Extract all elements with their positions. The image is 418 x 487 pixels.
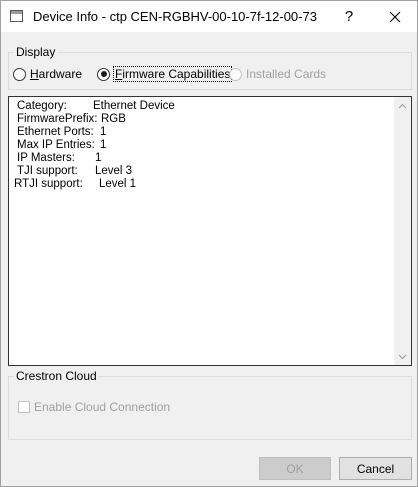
- firmware-capabilities-radio-label[interactable]: Firmware Capabilities: [112, 66, 233, 82]
- hardware-radio-circle[interactable]: [13, 67, 26, 81]
- window-title: Device Info - ctp CEN-RGBHV-00-10-7f-12-…: [33, 9, 317, 24]
- display-group-label: Display: [14, 45, 58, 59]
- scroll-down-button[interactable]: [394, 348, 411, 365]
- firmware-capabilities-radio-circle[interactable]: [97, 67, 110, 81]
- title-bar[interactable]: Device Info - ctp CEN-RGBHV-00-10-7f-12-…: [1, 1, 417, 32]
- cancel-button[interactable]: Cancel: [339, 457, 412, 480]
- hardware-accel: H: [30, 67, 39, 81]
- info-value-firmware-prefix: RGB: [101, 113, 126, 125]
- info-key-max-ip-entries: Max IP Entries:: [17, 139, 95, 151]
- enable-cloud-connection-label[interactable]: Enable Cloud Connection: [34, 400, 170, 414]
- device-info-textbox[interactable]: Category: Ethernet Device FirmwarePrefix…: [8, 96, 412, 366]
- info-key-rtji-support: RTJI support:: [14, 178, 83, 190]
- info-key-ethernet-ports: Ethernet Ports:: [17, 126, 94, 138]
- close-button[interactable]: [373, 1, 417, 32]
- info-value-tji-support: Level 3: [95, 165, 133, 177]
- installed-cards-radio[interactable]: Installed Cards: [229, 67, 326, 81]
- help-button[interactable]: ?: [331, 1, 367, 32]
- info-key-tji-support: TJI support:: [17, 165, 78, 177]
- info-value-rtji-support: Level 1: [99, 178, 137, 190]
- info-key-firmware-prefix: FirmwarePrefix:: [17, 113, 98, 125]
- window-icon: [10, 10, 23, 22]
- chevron-up-icon: [398, 103, 407, 108]
- hardware-radio-label[interactable]: Hardware: [30, 67, 82, 81]
- chevron-down-icon: [398, 354, 407, 359]
- info-value-ethernet-ports: 1: [100, 126, 107, 138]
- vertical-scrollbar[interactable]: [394, 97, 411, 365]
- crestron-cloud-group-label: Crestron Cloud: [14, 369, 99, 383]
- firmware-label-rest: irmware Capabilities: [122, 67, 231, 81]
- close-icon: [389, 11, 401, 22]
- info-value-ip-masters: 1: [95, 152, 102, 164]
- device-info-dialog: Device Info - ctp CEN-RGBHV-00-10-7f-12-…: [0, 0, 418, 487]
- enable-cloud-connection-checkbox[interactable]: [18, 401, 30, 413]
- installed-cards-radio-label[interactable]: Installed Cards: [246, 67, 326, 81]
- info-key-ip-masters: IP Masters:: [17, 152, 75, 164]
- info-value-max-ip-entries: 1: [100, 139, 107, 151]
- hardware-radio[interactable]: Hardware: [13, 67, 82, 81]
- info-key-category: Category:: [17, 100, 67, 112]
- hardware-label-rest: ardware: [38, 67, 83, 81]
- installed-cards-radio-circle[interactable]: [229, 67, 242, 81]
- firmware-capabilities-radio[interactable]: Firmware Capabilities: [97, 66, 233, 82]
- info-value-category: Ethernet Device: [93, 100, 175, 112]
- scroll-up-button[interactable]: [394, 97, 411, 114]
- enable-cloud-connection-row[interactable]: Enable Cloud Connection: [18, 400, 170, 414]
- ok-button[interactable]: OK: [259, 457, 331, 480]
